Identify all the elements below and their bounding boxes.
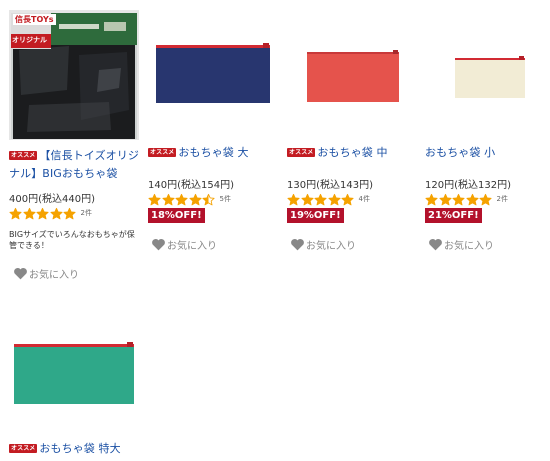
star-icon <box>465 193 479 205</box>
favorite-label: お気に入り <box>29 269 79 281</box>
favorite-button[interactable]: お気に入り <box>151 237 217 252</box>
product-title-big-bag[interactable]: オススメ 【信長トイズオリジナル】BIGおもちゃ袋 <box>9 147 139 183</box>
product-title-text[interactable]: おもちゃ袋 小 <box>425 146 495 159</box>
star-icon <box>9 207 22 219</box>
product-price: 140円(税込154円) <box>148 180 234 191</box>
product-title-bag-large[interactable]: オススメ おもちゃ袋 大 <box>148 144 249 162</box>
star-icon <box>341 193 354 205</box>
favorite-button[interactable]: お気に入り <box>290 237 356 252</box>
product-title-text[interactable]: おもちゃ袋 特大 <box>39 442 120 455</box>
rating-stars: 5件 <box>148 192 231 206</box>
rating-stars: 2件 <box>425 192 508 206</box>
star-icon <box>425 193 438 205</box>
star-icon <box>287 193 300 205</box>
star-icon <box>202 193 215 205</box>
star-icon <box>63 207 76 219</box>
star-icon <box>148 193 161 205</box>
star-icon <box>161 193 175 205</box>
product-image-big-bag[interactable] <box>9 10 139 140</box>
heart-icon <box>429 238 442 250</box>
review-count: 5件 <box>219 195 231 203</box>
product-description: BIGサイズでいろんなおもちゃが保管できる！ <box>9 230 135 250</box>
product-title-text[interactable]: おもちゃ袋 大 <box>178 146 248 159</box>
recommend-badge: オススメ <box>287 148 316 157</box>
star-icon <box>36 207 49 219</box>
star-icon <box>188 193 202 205</box>
discount-badge: 21%OFF! <box>425 208 482 223</box>
review-count: 2件 <box>496 195 508 203</box>
star-icon <box>22 207 36 219</box>
star-icon <box>479 193 492 205</box>
recommend-badge: オススメ <box>9 151 38 160</box>
package-original-label: オリジナル <box>12 36 47 44</box>
heart-icon <box>291 238 304 250</box>
star-icon <box>438 193 452 205</box>
rating-stars: 4件 <box>287 192 370 206</box>
review-count: 4件 <box>358 195 370 203</box>
favorite-button[interactable]: お気に入り <box>13 266 79 281</box>
package-brand-label: 信長TOYs <box>13 14 56 25</box>
product-title-bag-medium[interactable]: オススメ おもちゃ袋 中 <box>287 144 388 162</box>
rating-stars: 2件 <box>9 206 92 220</box>
product-title-bag-small[interactable]: おもちゃ袋 小 <box>425 144 495 162</box>
product-image-bag-small[interactable] <box>425 10 550 140</box>
review-count: 2件 <box>80 209 92 217</box>
heart-icon <box>152 238 165 250</box>
product-image-bag-medium[interactable] <box>287 10 417 140</box>
star-icon <box>300 193 314 205</box>
recommend-badge: オススメ <box>9 444 38 453</box>
star-icon <box>327 193 341 205</box>
product-price: 120円(税込132円) <box>425 180 511 191</box>
star-icon <box>175 193 188 205</box>
product-price: 130円(税込143円) <box>287 180 373 191</box>
discount-badge: 18%OFF! <box>148 208 205 223</box>
favorite-label: お気に入り <box>444 240 494 252</box>
product-image-bag-extra-large[interactable] <box>9 310 139 440</box>
product-title-text[interactable]: おもちゃ袋 中 <box>317 146 387 159</box>
product-price: 400円(税込440円) <box>9 194 95 205</box>
star-icon <box>314 193 327 205</box>
product-title-bag-extra-large[interactable]: オススメ おもちゃ袋 特大 <box>9 440 121 458</box>
star-icon <box>49 207 63 219</box>
recommend-badge: オススメ <box>148 148 177 157</box>
heart-icon <box>14 267 27 279</box>
favorite-label: お気に入り <box>167 240 217 252</box>
product-image-bag-large[interactable] <box>148 10 278 140</box>
favorite-button[interactable]: お気に入り <box>428 237 494 252</box>
star-icon <box>452 193 465 205</box>
discount-badge: 19%OFF! <box>287 208 344 223</box>
favorite-label: お気に入り <box>306 240 356 252</box>
